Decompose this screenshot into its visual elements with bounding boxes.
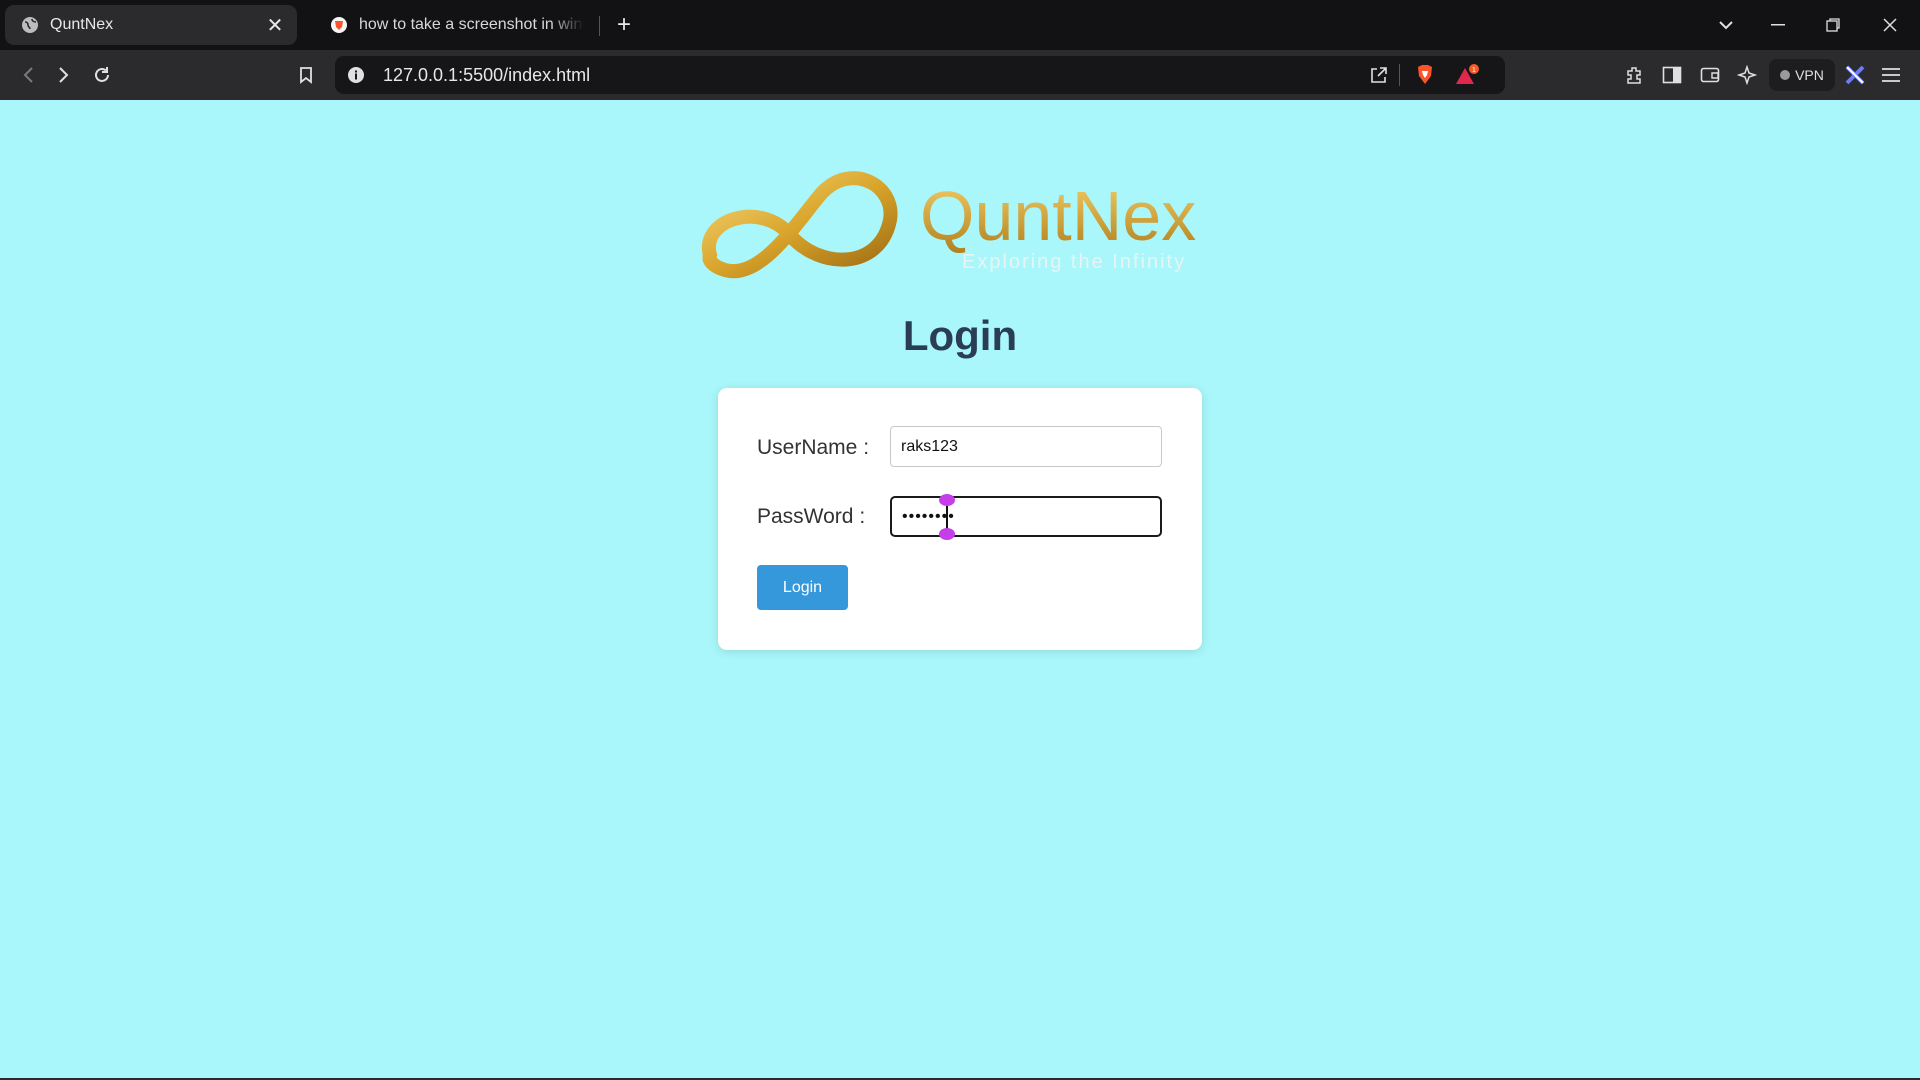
selection-handle-top[interactable] bbox=[939, 494, 955, 506]
password-input[interactable] bbox=[890, 496, 1162, 537]
tab-quntnex[interactable]: QuntNex ✕ bbox=[5, 5, 297, 45]
sidebar-icon[interactable] bbox=[1658, 62, 1686, 88]
vpn-button[interactable]: VPN bbox=[1769, 59, 1835, 91]
leo-ai-icon[interactable] bbox=[1733, 62, 1761, 88]
tab-bar: QuntNex ✕ how to take a screenshot in wi… bbox=[0, 0, 1920, 50]
share-icon[interactable] bbox=[1365, 62, 1393, 88]
extensions-icon[interactable] bbox=[1620, 62, 1648, 88]
brave-shields-icon[interactable] bbox=[1411, 62, 1439, 88]
address-bar[interactable]: 127.0.0.1:5500/index.html 1 bbox=[335, 56, 1505, 94]
info-icon[interactable] bbox=[347, 66, 365, 89]
minimize-icon[interactable] bbox=[1758, 10, 1798, 40]
chevron-down-icon[interactable] bbox=[1706, 10, 1746, 40]
password-label: PassWord : bbox=[757, 505, 866, 528]
restore-icon[interactable] bbox=[1813, 10, 1853, 40]
brave-icon bbox=[330, 16, 348, 34]
menu-icon[interactable] bbox=[1877, 62, 1905, 88]
browser-toolbar: 127.0.0.1:5500/index.html 1 VPN bbox=[0, 50, 1920, 100]
wallet-icon[interactable] bbox=[1696, 62, 1724, 88]
urlbar-separator bbox=[1399, 64, 1400, 86]
forward-icon[interactable] bbox=[50, 62, 78, 88]
tab-title: QuntNex bbox=[50, 16, 114, 33]
globe-icon bbox=[21, 16, 39, 34]
close-icon[interactable]: ✕ bbox=[263, 13, 287, 37]
login-button[interactable]: Login bbox=[757, 565, 848, 610]
tab-screenshot-search[interactable]: how to take a screenshot in window bbox=[314, 5, 584, 45]
vpn-label: VPN bbox=[1795, 67, 1824, 83]
username-input[interactable] bbox=[890, 426, 1162, 467]
window-close-icon[interactable] bbox=[1870, 10, 1910, 40]
svg-text:1: 1 bbox=[1472, 67, 1476, 74]
quntnex-logo: QuntNex Exploring the Infinity bbox=[700, 160, 1220, 290]
url-text: 127.0.0.1:5500/index.html bbox=[383, 65, 591, 85]
svg-text:Exploring the Infinity: Exploring the Infinity bbox=[962, 251, 1186, 273]
reload-icon[interactable] bbox=[88, 62, 116, 88]
login-card: UserName : PassWord : Login bbox=[718, 388, 1202, 650]
back-icon[interactable] bbox=[14, 62, 42, 88]
plus-icon[interactable]: + bbox=[611, 11, 637, 38]
bookmark-icon[interactable] bbox=[292, 62, 320, 88]
username-label: UserName : bbox=[757, 436, 870, 459]
svg-text:QuntNex: QuntNex bbox=[920, 177, 1196, 255]
tab-separator bbox=[599, 16, 600, 36]
tab-title: how to take a screenshot in window bbox=[359, 16, 584, 33]
selection-handle-bottom[interactable] bbox=[939, 528, 955, 540]
profile-icon[interactable] bbox=[1841, 62, 1869, 88]
page-title: Login bbox=[902, 312, 1018, 359]
brave-rewards-icon[interactable]: 1 bbox=[1453, 62, 1481, 88]
vpn-icon bbox=[1780, 70, 1791, 80]
